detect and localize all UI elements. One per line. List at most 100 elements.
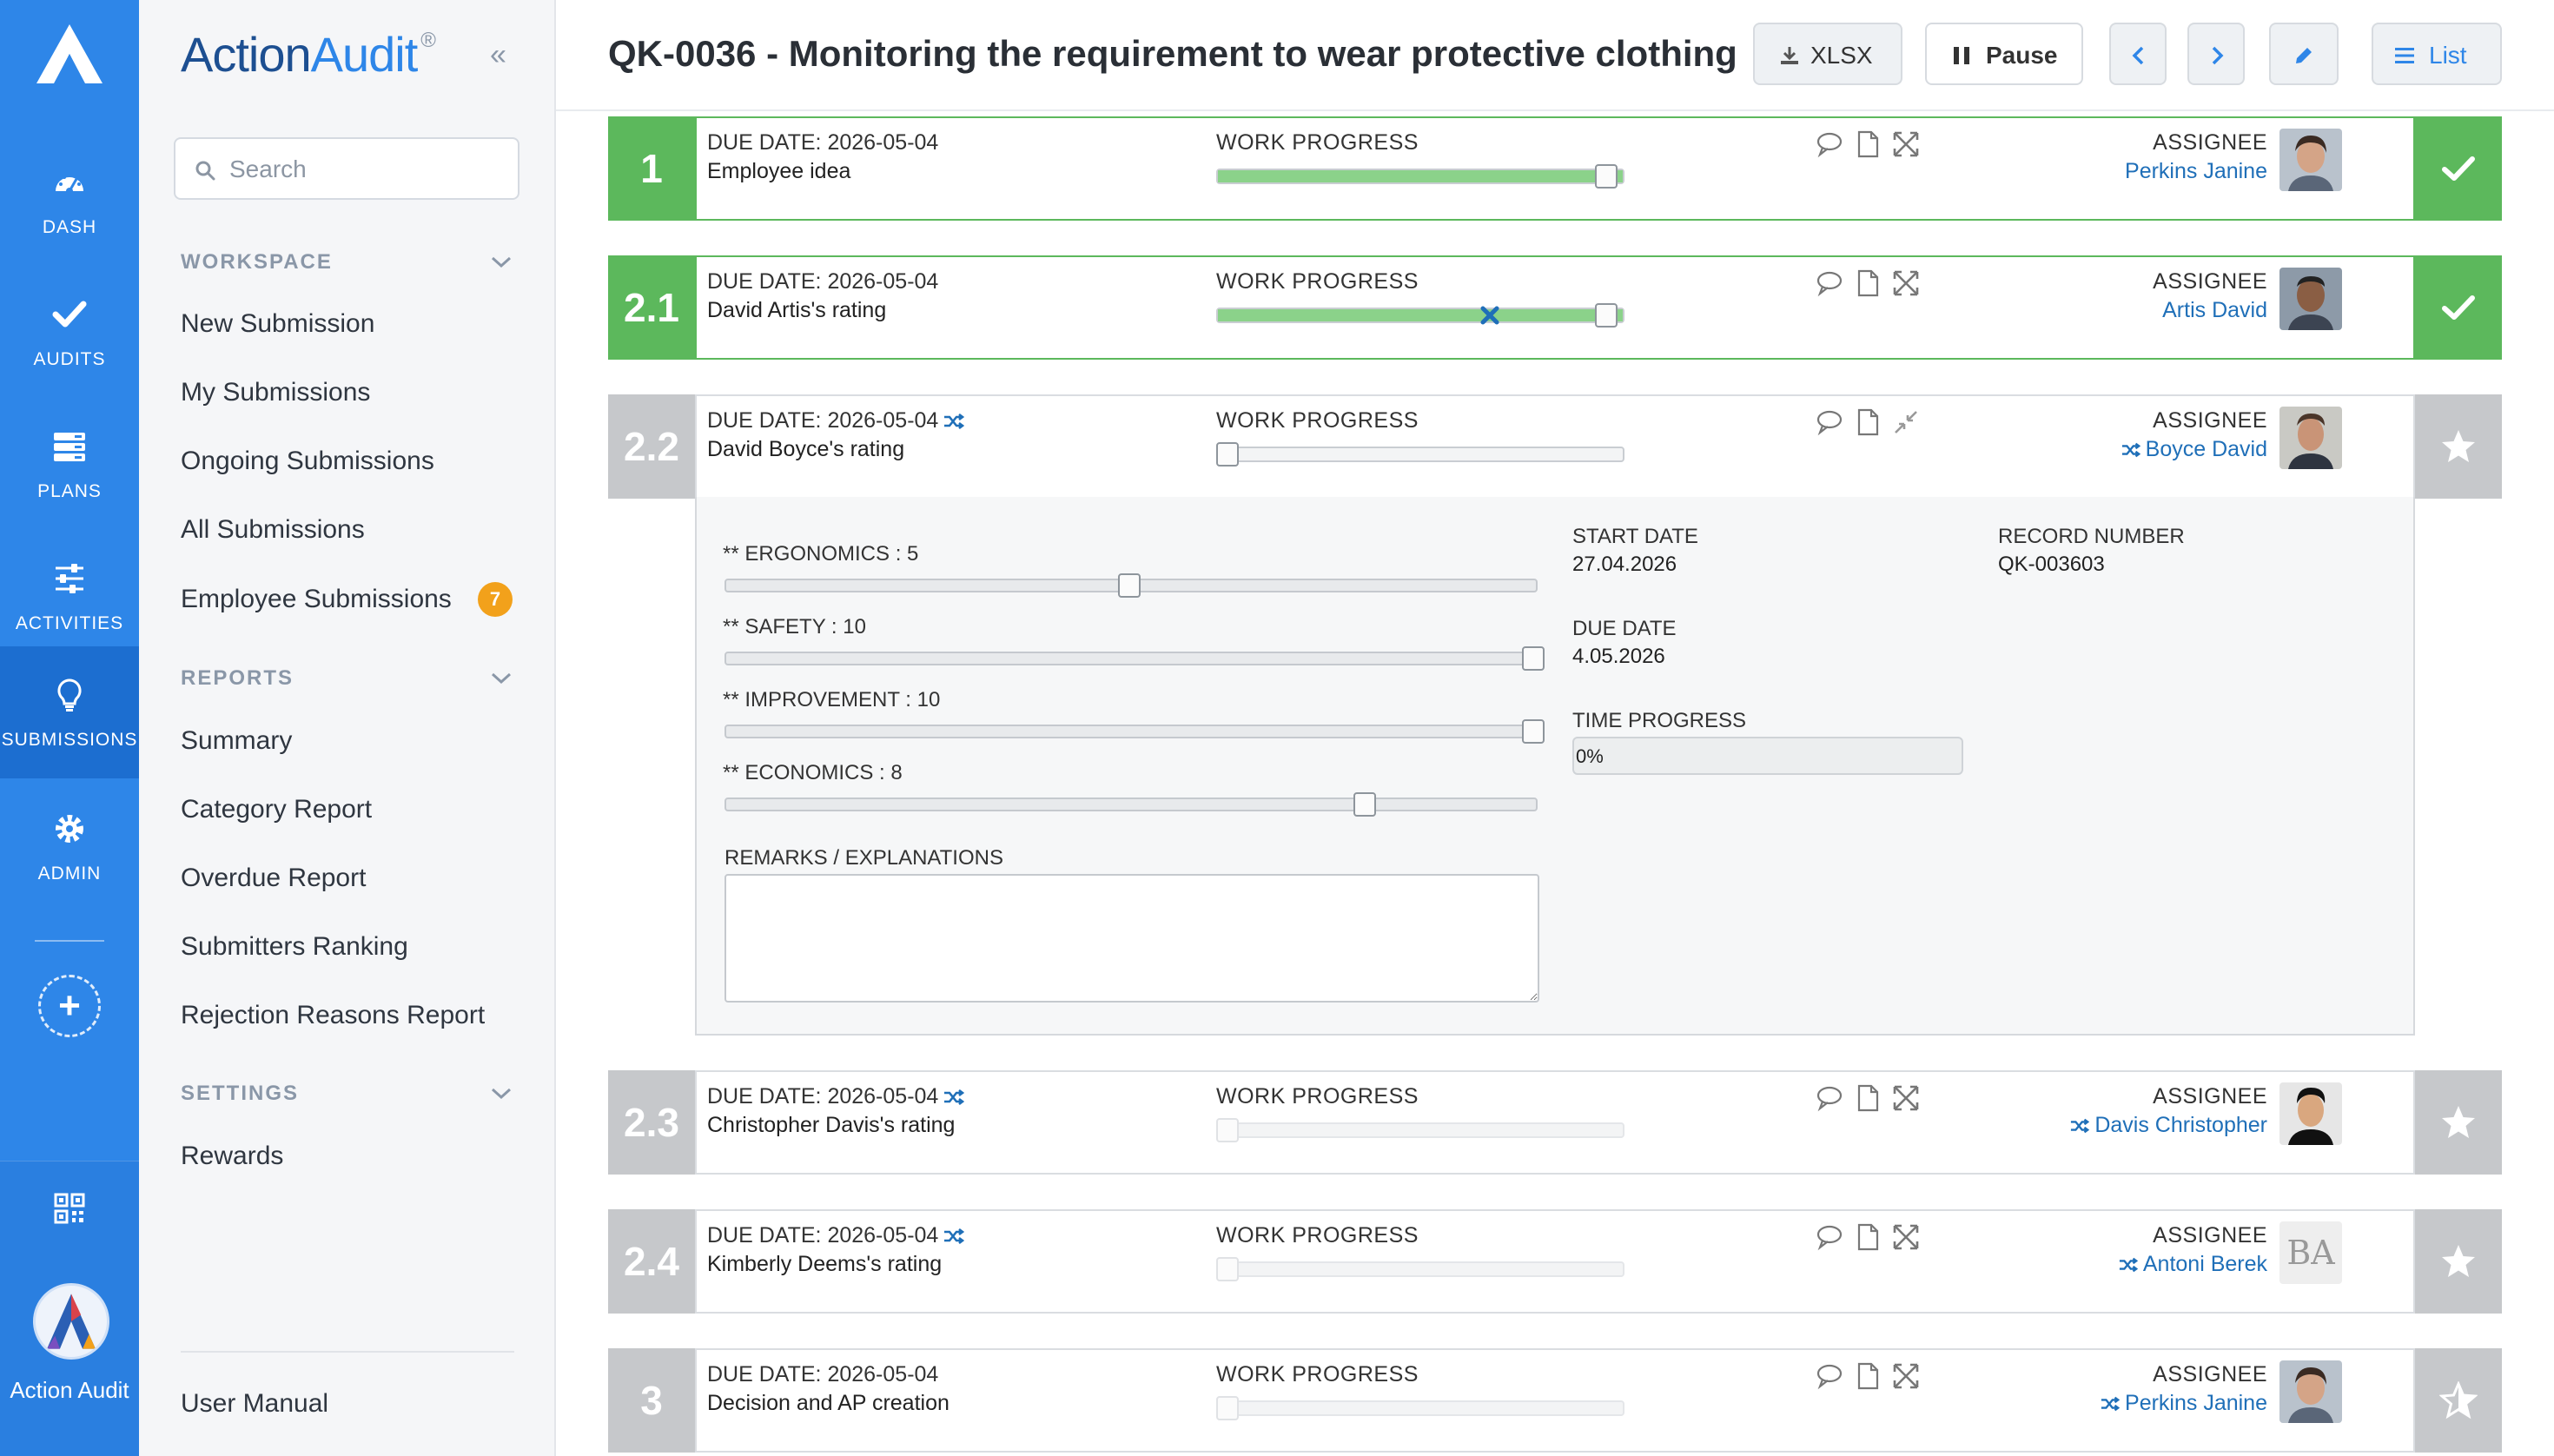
work-progress-bar[interactable] bbox=[1216, 1257, 1624, 1281]
collapse-icon[interactable] bbox=[1892, 408, 1920, 436]
rail-item-activities[interactable]: ACTIVITIES bbox=[0, 528, 139, 660]
work-progress-bar[interactable] bbox=[1216, 442, 1624, 467]
comment-icon[interactable] bbox=[1816, 130, 1843, 158]
complete-button[interactable] bbox=[2415, 255, 2502, 360]
section-workspace[interactable]: WORKSPACE bbox=[181, 250, 333, 275]
progress-handle[interactable] bbox=[1216, 442, 1239, 467]
app-logo-icon[interactable] bbox=[35, 23, 104, 85]
section-settings[interactable]: SETTINGS bbox=[181, 1082, 299, 1106]
work-progress-bar[interactable] bbox=[1216, 164, 1624, 189]
slider-handle[interactable] bbox=[1522, 719, 1545, 744]
progress-handle[interactable] bbox=[1595, 164, 1618, 189]
rail-item-submissions[interactable]: SUBMISSIONS bbox=[0, 646, 139, 778]
comment-icon[interactable] bbox=[1816, 408, 1843, 436]
complete-button[interactable] bbox=[2415, 116, 2502, 221]
slider-handle[interactable] bbox=[1118, 573, 1141, 598]
menu-item-category-report[interactable]: Category Report bbox=[181, 795, 372, 824]
task-row[interactable]: 2.2 DUE DATE: 2026-05-04 David Boyce's r… bbox=[608, 394, 2502, 499]
document-icon[interactable] bbox=[1854, 130, 1882, 158]
expand-icon[interactable] bbox=[1892, 1362, 1920, 1390]
comment-icon[interactable] bbox=[1816, 1084, 1843, 1112]
edit-button[interactable] bbox=[2269, 23, 2339, 85]
assignee-name[interactable]: Perkins Janine bbox=[1922, 159, 2267, 184]
task-body: DUE DATE: 2026-05-04 Employee idea WORK … bbox=[695, 116, 2415, 221]
menu-item-rewards[interactable]: Rewards bbox=[181, 1142, 283, 1171]
work-progress-bar[interactable] bbox=[1216, 303, 1624, 328]
export-xlsx-button[interactable]: XLSX bbox=[1753, 23, 1902, 85]
previous-button[interactable] bbox=[2109, 23, 2167, 85]
chevron-down-icon[interactable] bbox=[490, 1087, 513, 1101]
assignee-name[interactable]: Perkins Janine bbox=[1922, 1391, 2267, 1416]
assignee-name[interactable]: Antoni Berek bbox=[1922, 1252, 2267, 1277]
criterion-slider[interactable] bbox=[725, 573, 1538, 598]
assignee-name[interactable]: Boyce David bbox=[1922, 437, 2267, 462]
chevron-down-icon[interactable] bbox=[490, 672, 513, 685]
comment-icon[interactable] bbox=[1816, 1362, 1843, 1390]
task-row[interactable]: 1 DUE DATE: 2026-05-04 Employee idea WOR… bbox=[608, 116, 2502, 221]
assignee-name[interactable]: Artis David bbox=[1922, 298, 2267, 323]
slider-handle[interactable] bbox=[1522, 646, 1545, 671]
menu-item-user-manual[interactable]: User Manual bbox=[181, 1389, 328, 1419]
qr-code-icon[interactable] bbox=[54, 1193, 85, 1224]
task-row[interactable]: 3 DUE DATE: 2026-05-04 Decision and AP c… bbox=[608, 1348, 2502, 1453]
menu-item-overdue-report[interactable]: Overdue Report bbox=[181, 864, 366, 893]
assignee-name-text: Perkins Janine bbox=[2125, 159, 2267, 183]
favorite-button[interactable] bbox=[2415, 1209, 2502, 1314]
person-photo-icon bbox=[2279, 129, 2342, 191]
slider-handle[interactable] bbox=[1353, 792, 1376, 817]
brand-wordmark[interactable]: ActionAudit ® bbox=[181, 26, 436, 83]
menu-item-rejection-reasons-report[interactable]: Rejection Reasons Report bbox=[181, 1001, 485, 1030]
work-progress-bar[interactable] bbox=[1216, 1396, 1624, 1420]
rail-item-audits[interactable]: AUDITS bbox=[0, 264, 139, 396]
menu-item-my-submissions[interactable]: My Submissions bbox=[181, 378, 370, 407]
document-icon[interactable] bbox=[1854, 408, 1882, 436]
criterion-slider[interactable] bbox=[725, 646, 1545, 671]
favorite-button[interactable] bbox=[2415, 1070, 2502, 1175]
brand-avatar[interactable] bbox=[33, 1283, 109, 1360]
task-row[interactable]: 2.4 DUE DATE: 2026-05-04 Kimberly Deems'… bbox=[608, 1209, 2502, 1314]
list-button[interactable]: List bbox=[2372, 23, 2502, 85]
remarks-textarea[interactable] bbox=[725, 874, 1539, 1003]
document-icon[interactable] bbox=[1854, 1084, 1882, 1112]
rail-item-admin[interactable]: ADMIN bbox=[0, 792, 139, 924]
pause-button[interactable]: Pause bbox=[1925, 23, 2083, 85]
rail-item-plans[interactable]: PLANS bbox=[0, 396, 139, 528]
collapse-menu-icon[interactable]: « bbox=[490, 38, 506, 72]
criterion-slider[interactable] bbox=[725, 719, 1545, 744]
chevron-down-icon[interactable] bbox=[490, 255, 513, 269]
menu-item-summary[interactable]: Summary bbox=[181, 726, 292, 756]
menu-item-submitters-ranking[interactable]: Submitters Ranking bbox=[181, 932, 408, 962]
menu-item-all-submissions[interactable]: All Submissions bbox=[181, 515, 365, 545]
menu-item-new-submission[interactable]: New Submission bbox=[181, 309, 374, 339]
assignee-name[interactable]: Davis Christopher bbox=[1922, 1113, 2267, 1138]
menu-item-employee-submissions[interactable]: Employee Submissions bbox=[181, 585, 452, 614]
expand-icon[interactable] bbox=[1892, 1223, 1920, 1251]
expand-icon[interactable] bbox=[1892, 1084, 1920, 1112]
close-icon[interactable] bbox=[1479, 304, 1501, 327]
expand-icon[interactable] bbox=[1892, 269, 1920, 297]
task-row[interactable]: 2.3 DUE DATE: 2026-05-04 Christopher Dav… bbox=[608, 1070, 2502, 1175]
expand-icon[interactable] bbox=[1892, 130, 1920, 158]
progress-handle[interactable] bbox=[1595, 303, 1618, 328]
work-progress-bar[interactable] bbox=[1216, 1118, 1624, 1142]
rail-item-dash[interactable]: DASH bbox=[0, 132, 139, 264]
pencil-icon bbox=[2296, 48, 2312, 63]
progress-handle[interactable] bbox=[1216, 1396, 1239, 1420]
search-input[interactable] bbox=[229, 151, 507, 188]
next-button[interactable] bbox=[2187, 23, 2245, 85]
menu-item-ongoing-submissions[interactable]: Ongoing Submissions bbox=[181, 447, 434, 476]
document-icon[interactable] bbox=[1854, 1223, 1882, 1251]
work-progress-label: WORK PROGRESS bbox=[1216, 130, 1419, 155]
comment-icon[interactable] bbox=[1816, 1223, 1843, 1251]
criterion-slider[interactable] bbox=[725, 792, 1538, 817]
section-reports[interactable]: REPORTS bbox=[181, 666, 294, 691]
favorite-button[interactable] bbox=[2415, 1348, 2502, 1453]
document-icon[interactable] bbox=[1854, 269, 1882, 297]
progress-handle[interactable] bbox=[1216, 1257, 1239, 1281]
comment-icon[interactable] bbox=[1816, 269, 1843, 297]
progress-handle[interactable] bbox=[1216, 1118, 1239, 1142]
document-icon[interactable] bbox=[1854, 1362, 1882, 1390]
add-button[interactable]: + bbox=[38, 975, 101, 1037]
favorite-button[interactable] bbox=[2415, 394, 2502, 499]
task-row[interactable]: 2.1 DUE DATE: 2026-05-04 David Artis's r… bbox=[608, 255, 2502, 360]
